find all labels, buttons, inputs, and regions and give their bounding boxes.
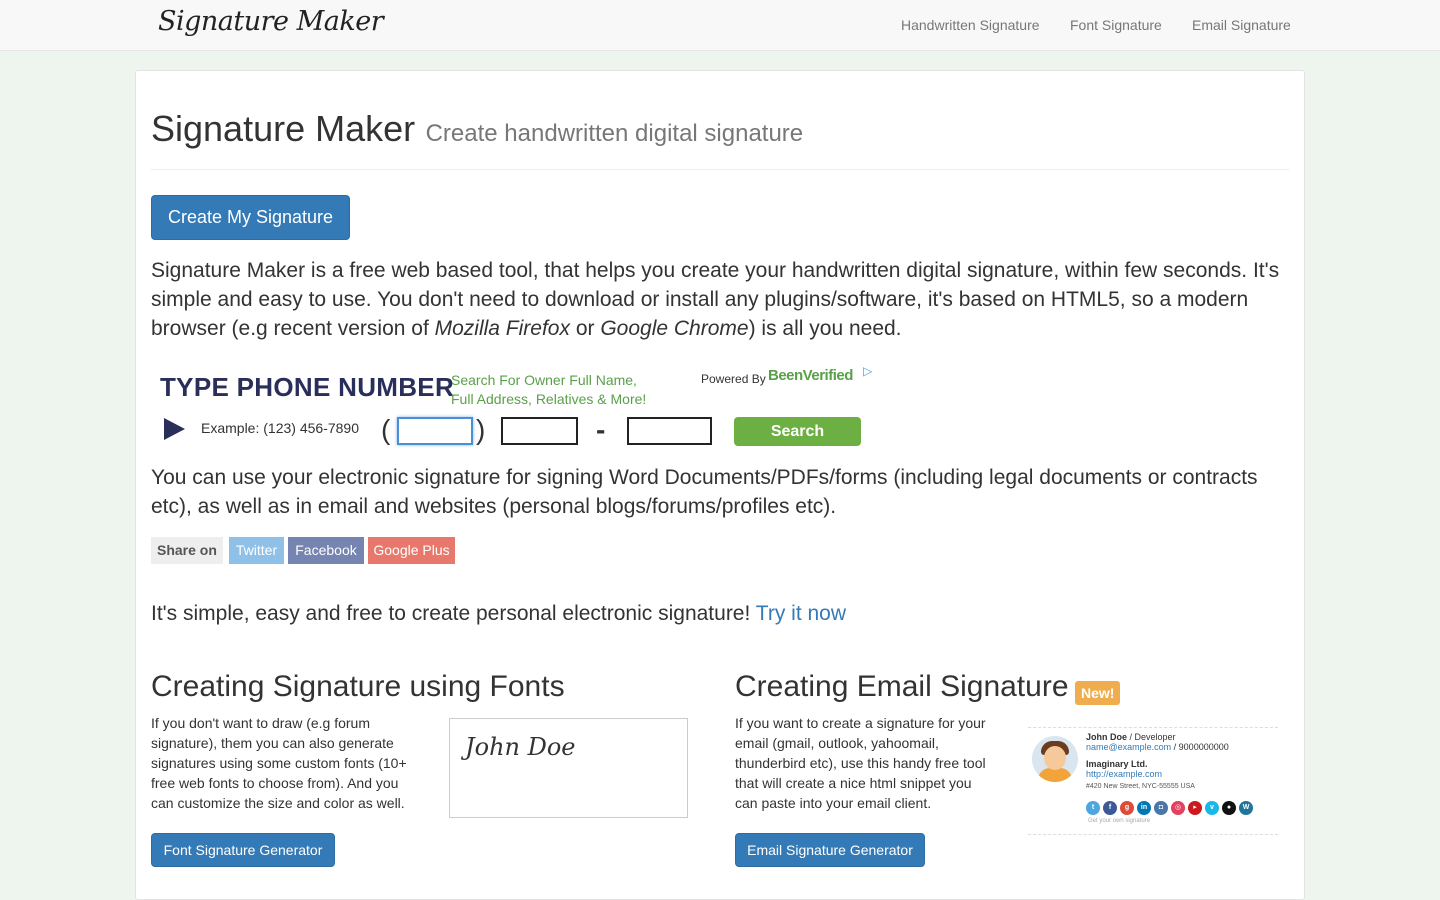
ep-website: http://example.com: [1086, 769, 1163, 779]
try-now-line: It's simple, easy and free to create per…: [151, 602, 846, 626]
ad-subtitle-line-2: Full Address, Relatives & More!: [451, 391, 647, 407]
page-title: Signature Maker Create handwritten digit…: [151, 108, 803, 150]
font-signature-preview: John Doe: [449, 718, 688, 818]
phone-prefix-input[interactable]: [501, 417, 578, 445]
font-signature-generator-button[interactable]: Font Signature Generator: [151, 833, 335, 867]
page-title-main: Signature Maker: [151, 108, 416, 149]
github-icon: ●: [1222, 801, 1236, 815]
ep-footer: Get your own signature: [1088, 818, 1151, 824]
ad-title: TYPE PHONE NUMBER: [160, 372, 455, 402]
beenverified-logo[interactable]: BeenVerified: [768, 367, 853, 384]
usage-paragraph: You can use your electronic signature fo…: [151, 466, 1258, 518]
fonts-text-line: free web fonts to choose from). And you: [151, 775, 399, 791]
intro-chrome: Google Chrome: [600, 317, 749, 340]
fonts-text-line: If you don't want to draw (e.g forum: [151, 715, 371, 731]
email-signature-preview: John Doe / Developer name@example.com / …: [1028, 727, 1278, 835]
nav-email-signature[interactable]: Email Signature: [1192, 17, 1291, 33]
ep-email: name@example.com: [1086, 742, 1172, 752]
facebook-icon: f: [1103, 801, 1117, 815]
adchoices-icon[interactable]: ▷: [863, 364, 872, 378]
area-code-input[interactable]: [397, 417, 473, 445]
dribbble-icon: ◎: [1171, 801, 1185, 815]
fonts-section-text: If you don't want to draw (e.g forum sig…: [151, 713, 431, 813]
nav-font-signature[interactable]: Font Signature: [1070, 17, 1162, 33]
intro-text-2: ) is all you need.: [748, 317, 902, 340]
page-subtitle: Create handwritten digital signature: [425, 120, 804, 147]
navbar: Signature Maker Handwritten Signature Fo…: [0, 0, 1440, 51]
new-badge: New!: [1075, 681, 1121, 705]
email-text-line: If you want to create a signature for yo…: [735, 715, 986, 731]
email-text-line: can paste into your email client.: [735, 795, 932, 811]
share-twitter-button[interactable]: Twitter: [229, 537, 284, 564]
ep-name-line: John Doe / Developer: [1086, 732, 1176, 742]
email-text-line: that will create a nice html snippet you: [735, 775, 972, 791]
share-google-plus-button[interactable]: Google Plus: [368, 537, 455, 564]
font-preview-text: John Doe: [465, 733, 576, 761]
ep-phone: / 9000000000: [1171, 742, 1229, 752]
ad-subtitle-line-1: Search For Owner Full Name,: [451, 372, 637, 388]
ad-dash: -: [596, 414, 606, 445]
ep-company: Imaginary Ltd.: [1086, 759, 1148, 769]
play-icon: [164, 418, 185, 440]
email-signature-generator-button[interactable]: Email Signature Generator: [735, 833, 925, 867]
ep-name: John Doe: [1086, 732, 1128, 742]
ad-open-paren: (: [381, 414, 391, 445]
try-text: It's simple, easy and free to create per…: [151, 602, 756, 625]
ad-subtitle: Search For Owner Full Name, Full Address…: [451, 371, 646, 409]
linkedin-icon: in: [1137, 801, 1151, 815]
header-divider: [151, 169, 1289, 170]
youtube-icon: ▸: [1188, 801, 1202, 815]
email-section-heading: Creating Email Signature: [735, 670, 1069, 703]
ep-contact-line: name@example.com / 9000000000: [1086, 742, 1229, 752]
intro-paragraph: Signature Maker is a free web based tool…: [151, 256, 1291, 343]
phone-line-input[interactable]: [627, 417, 712, 445]
brand-logo[interactable]: Signature Maker: [158, 6, 384, 37]
fonts-text-line: signatures using some custom fonts (10+: [151, 755, 407, 771]
email-text-line: thunderbird etc), use this handy free to…: [735, 755, 986, 771]
ep-company-name: Imaginary Ltd.: [1086, 759, 1148, 769]
fonts-text-line: can customize the size and color as well…: [151, 795, 405, 811]
nav-handwritten-signature[interactable]: Handwritten Signature: [901, 17, 1040, 33]
fonts-text-line: signature), them you can also generate: [151, 735, 394, 751]
intro-firefox: Mozilla Firefox: [434, 317, 570, 340]
avatar: [1032, 736, 1078, 782]
intro-or: or: [570, 317, 601, 340]
ep-address: #420 New Street, NYC-55555 USA: [1086, 783, 1195, 790]
try-now-link[interactable]: Try it now: [756, 602, 846, 625]
email-section-text: If you want to create a signature for yo…: [735, 713, 1015, 813]
ad-close-paren: ): [476, 414, 486, 445]
ad-example: Example: (123) 456-7890: [201, 420, 359, 436]
google-plus-icon: g: [1120, 801, 1134, 815]
ep-role: / Developer: [1127, 732, 1176, 742]
ad-powered-by: Powered By: [701, 372, 766, 386]
share-facebook-button[interactable]: Facebook: [288, 537, 364, 564]
vimeo-icon: v: [1205, 801, 1219, 815]
email-text-line: email (gmail, outlook, yahoomail,: [735, 735, 939, 751]
twitter-icon: t: [1086, 801, 1100, 815]
create-signature-button[interactable]: Create My Signature: [151, 195, 350, 240]
instagram-icon: ◘: [1154, 801, 1168, 815]
ep-social-icons: t f g in ◘ ◎ ▸ v ● W: [1086, 801, 1253, 815]
share-label: Share on: [151, 537, 223, 564]
ad-search-button[interactable]: Search: [734, 417, 861, 446]
fonts-section-heading: Creating Signature using Fonts: [151, 670, 565, 703]
wordpress-icon: W: [1239, 801, 1253, 815]
